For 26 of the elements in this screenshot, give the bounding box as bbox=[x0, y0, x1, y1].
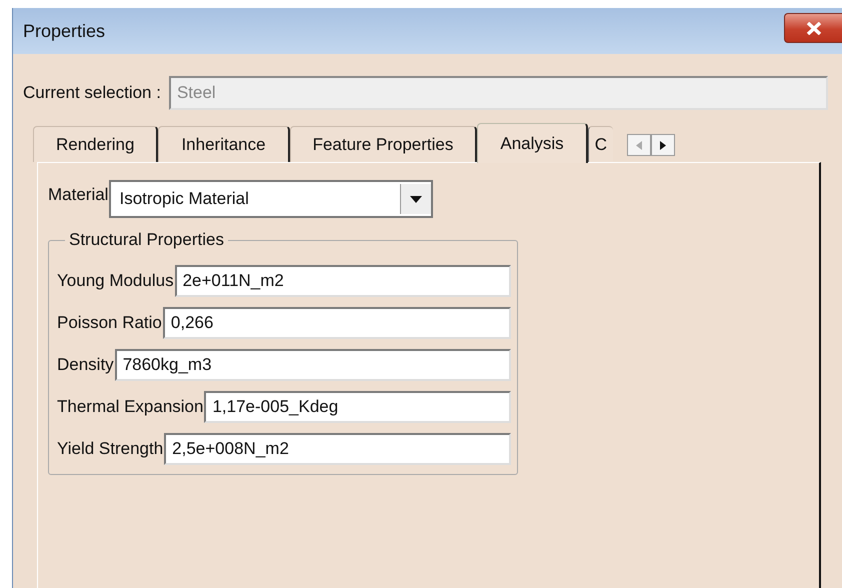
tab[interactable]: Rendering bbox=[33, 126, 158, 162]
window-title: Properties bbox=[23, 20, 106, 42]
input-field[interactable]: 7860kg_m3 bbox=[114, 349, 511, 381]
field-label: Density bbox=[57, 355, 114, 375]
input-field[interactable]: 0,266 bbox=[162, 307, 511, 339]
right-arrow-icon bbox=[660, 140, 666, 150]
material-label: Material bbox=[48, 185, 108, 205]
left-arrow-icon bbox=[636, 140, 642, 150]
input-field[interactable]: 2,5e+008N_m2 bbox=[164, 433, 511, 465]
dropdown-arrow-icon bbox=[410, 196, 422, 202]
tab[interactable]: Analysis bbox=[477, 123, 588, 163]
field-label: Yield Strength bbox=[57, 439, 164, 459]
tab[interactable]: Inheritance bbox=[158, 126, 290, 162]
field-label: Poisson Ratio bbox=[57, 313, 162, 333]
close-button[interactable] bbox=[784, 13, 842, 43]
group-title: Structural Properties bbox=[68, 230, 225, 250]
field-label: Thermal Expansion bbox=[57, 397, 204, 417]
tab[interactable]: C bbox=[588, 126, 613, 162]
scroll-right-button[interactable] bbox=[650, 134, 675, 156]
tab[interactable]: Feature Properties bbox=[290, 126, 478, 162]
close-icon bbox=[806, 22, 822, 34]
field-label: Young Modulus bbox=[57, 271, 174, 291]
input-field[interactable]: 2e+011N_m2 bbox=[174, 265, 511, 297]
material-dropdown[interactable]: Isotropic Material bbox=[109, 180, 434, 218]
input-field[interactable]: 1,17e-005_Kdeg bbox=[204, 391, 511, 423]
current-selection-label: Current selection : bbox=[23, 83, 161, 103]
